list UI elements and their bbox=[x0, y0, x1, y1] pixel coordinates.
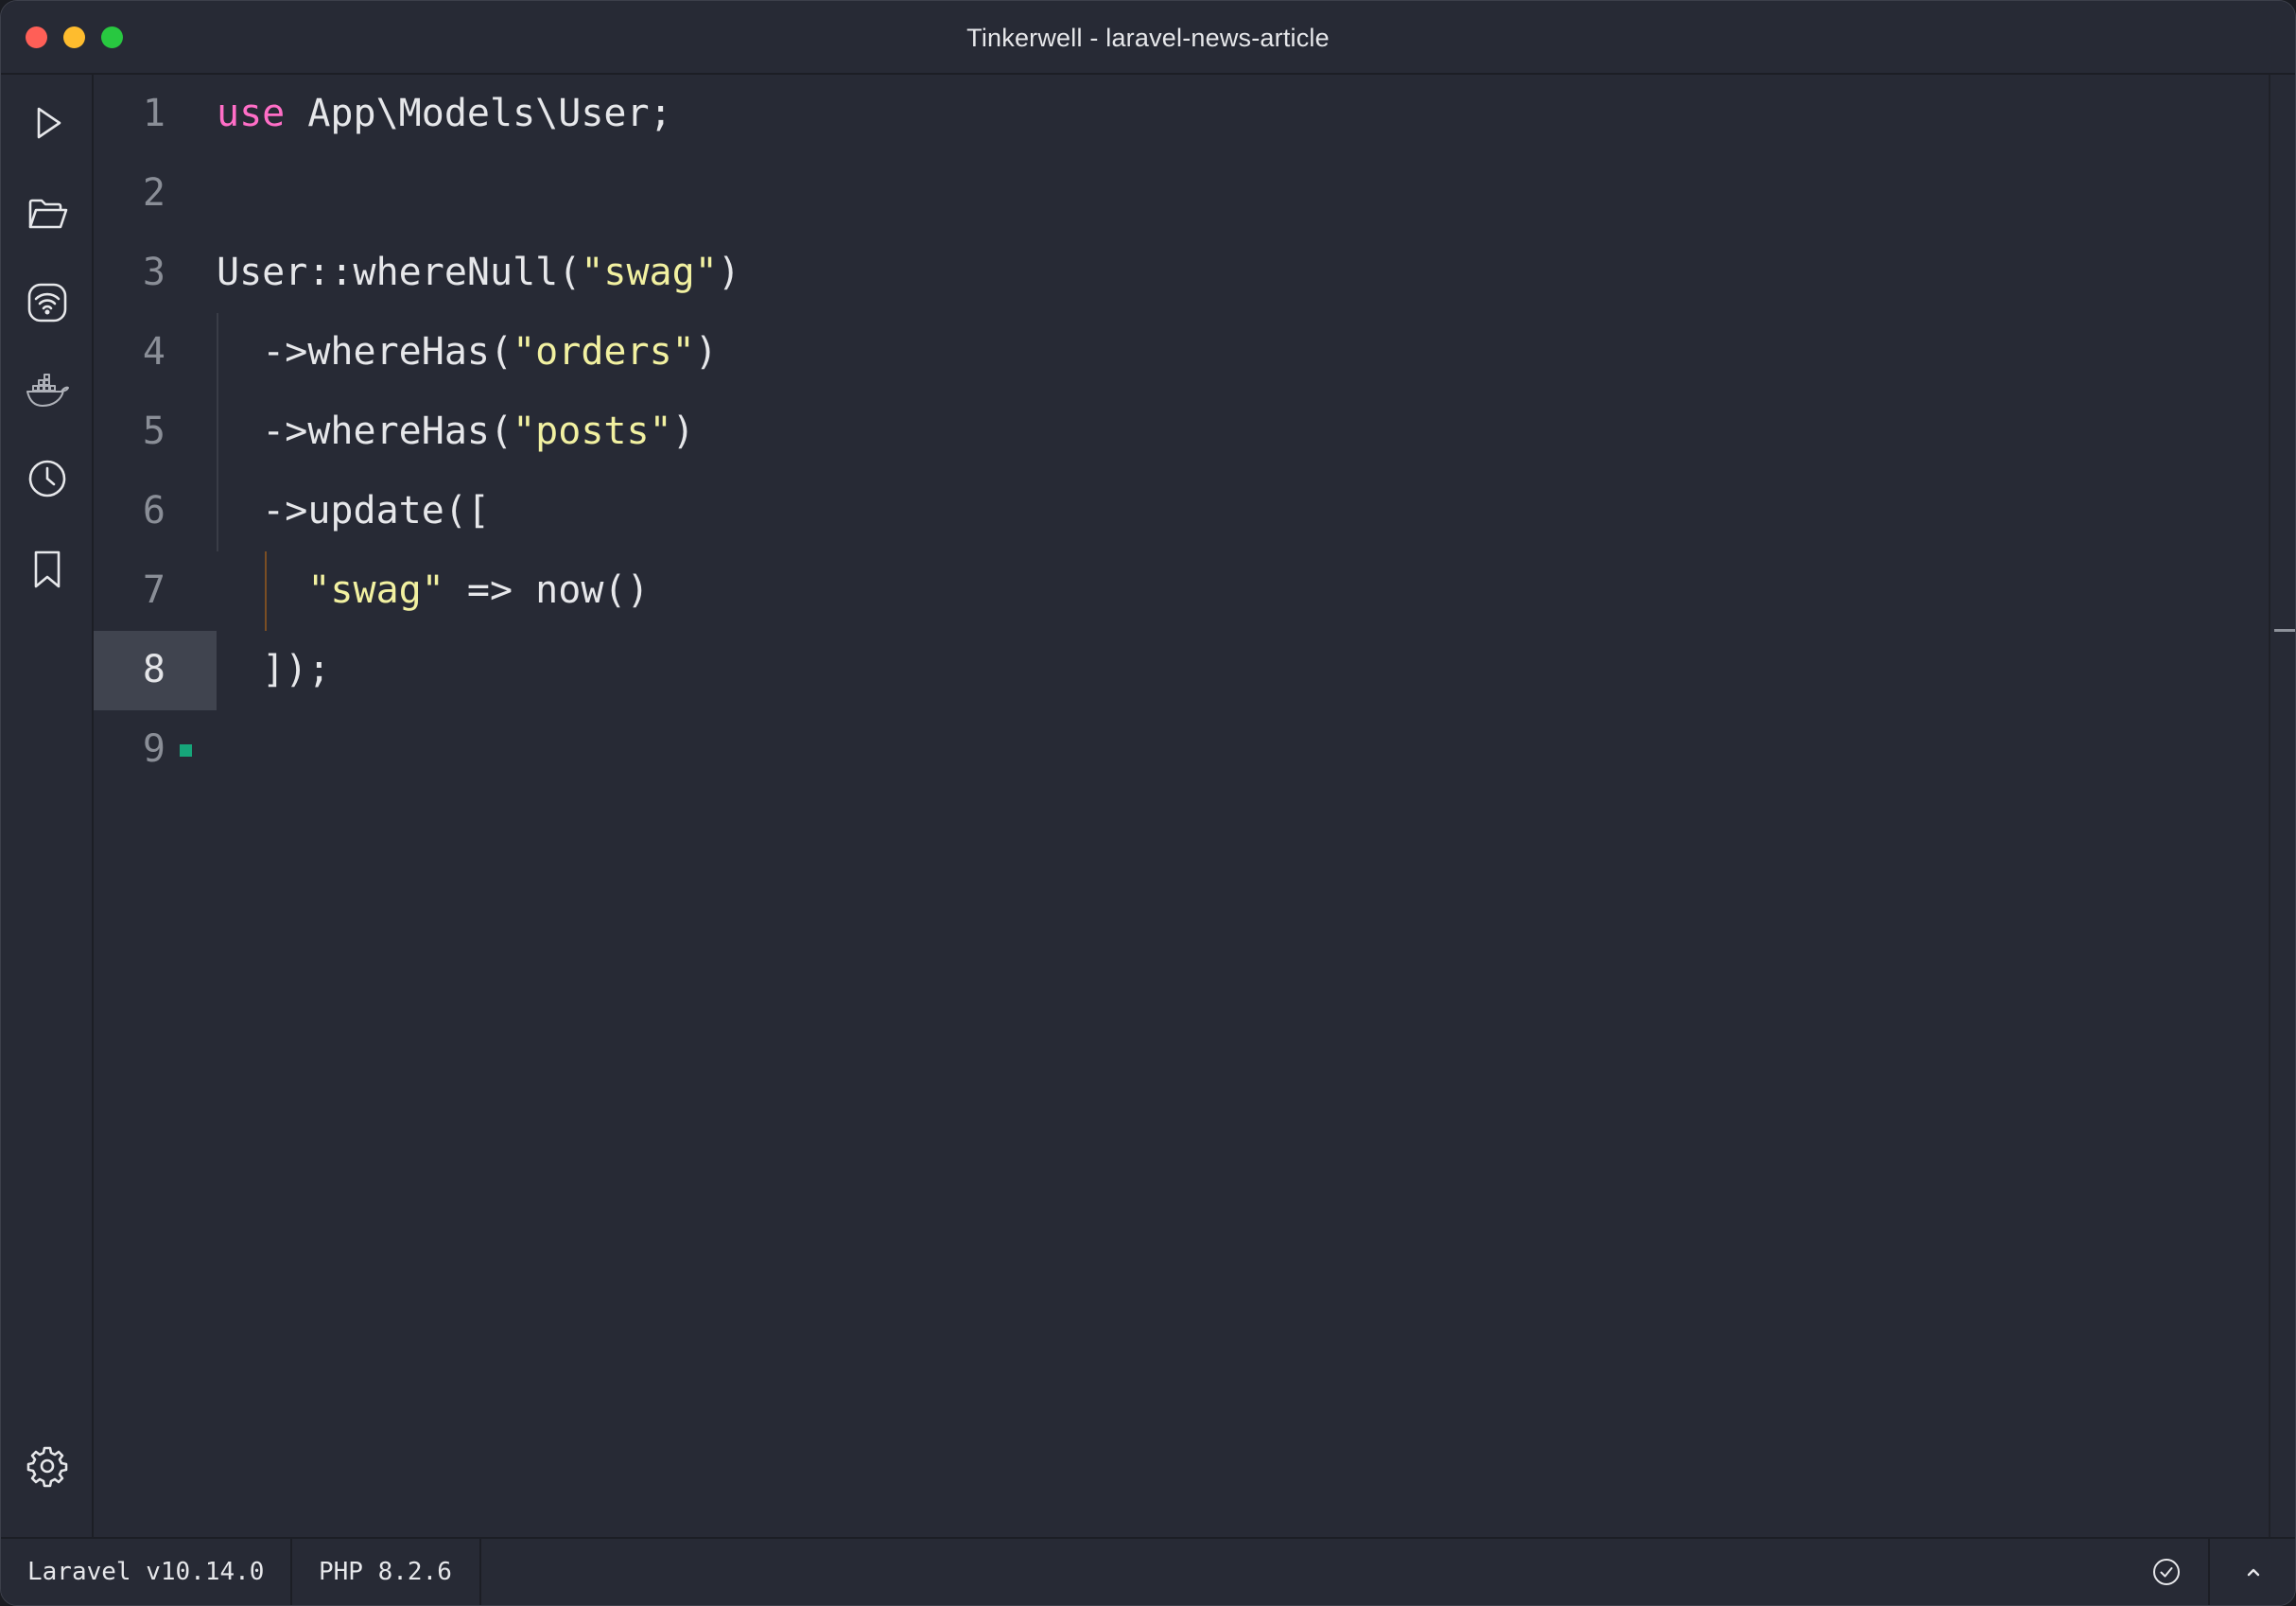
string-token: "swag" bbox=[307, 568, 444, 612]
sidebar bbox=[1, 75, 94, 1539]
line-gutter: 7 bbox=[94, 551, 217, 631]
line-number: 6 bbox=[142, 489, 165, 532]
line-gutter: 5 bbox=[94, 393, 217, 472]
line-gutter: 4 bbox=[94, 313, 217, 393]
line-number: 9 bbox=[142, 727, 165, 771]
line-number: 7 bbox=[142, 568, 165, 612]
remote-connection-button[interactable] bbox=[22, 277, 73, 328]
string-token: "orders" bbox=[513, 330, 695, 374]
history-button[interactable] bbox=[22, 453, 73, 504]
string-token: "swag" bbox=[581, 251, 718, 294]
code-token: ->whereHas( bbox=[217, 330, 513, 374]
scrollbar-marker bbox=[2274, 629, 2295, 632]
code-token: ]); bbox=[217, 648, 331, 691]
line-number: 8 bbox=[142, 648, 165, 691]
line-gutter: 8 bbox=[94, 631, 217, 710]
settings-button[interactable] bbox=[22, 1440, 73, 1492]
code-token: => now() bbox=[444, 568, 650, 612]
bookmark-icon bbox=[34, 550, 61, 588]
wifi-icon bbox=[27, 283, 67, 323]
line-code: ->update([ bbox=[217, 488, 490, 533]
line-number: 1 bbox=[142, 92, 165, 135]
run-button[interactable] bbox=[22, 97, 73, 148]
line-code: ]); bbox=[217, 647, 330, 692]
code-line[interactable]: 8 ]); bbox=[94, 631, 2270, 710]
line-gutter: 2 bbox=[94, 154, 217, 234]
code-line[interactable]: 7 "swag" => now() bbox=[94, 551, 2270, 631]
app-window: Tinkerwell - laravel-news-article 1 use … bbox=[0, 0, 2296, 1606]
code-token: ) bbox=[717, 251, 740, 294]
line-number: 4 bbox=[142, 330, 165, 374]
toggle-output-button[interactable] bbox=[2236, 1555, 2270, 1589]
status-bar: Laravel v10.14.0 PHP 8.2.6 bbox=[1, 1537, 2295, 1605]
cursor-marker bbox=[180, 744, 192, 757]
php-version[interactable]: PHP 8.2.6 bbox=[292, 1539, 481, 1605]
code-token: ->whereHas( bbox=[217, 410, 513, 453]
line-number: 5 bbox=[142, 410, 165, 453]
code-line[interactable]: 2 bbox=[94, 154, 2270, 234]
code-line[interactable]: 6 ->update([ bbox=[94, 472, 2270, 551]
line-gutter: 6 bbox=[94, 472, 217, 551]
code-line[interactable]: 5 ->whereHas("posts") bbox=[94, 393, 2270, 472]
line-code: ->whereHas("posts") bbox=[217, 409, 695, 454]
folder-open-icon bbox=[28, 199, 68, 229]
editor-scrollbar[interactable] bbox=[2269, 75, 2295, 1539]
code-line[interactable]: 9 bbox=[94, 710, 2270, 790]
keyword-token: use bbox=[217, 92, 286, 135]
code-line[interactable]: 1 use App\Models\User; bbox=[94, 75, 2270, 154]
laravel-version[interactable]: Laravel v10.14.0 bbox=[1, 1539, 292, 1605]
string-token: "posts" bbox=[513, 410, 672, 453]
line-code: ->whereHas("orders") bbox=[217, 329, 718, 375]
code-line[interactable]: 4 ->whereHas("orders") bbox=[94, 313, 2270, 393]
code-line[interactable]: 3 User::whereNull("swag") bbox=[94, 234, 2270, 313]
status-divider bbox=[2208, 1539, 2210, 1605]
line-gutter: 1 bbox=[94, 75, 217, 154]
snippets-button[interactable] bbox=[22, 544, 73, 595]
play-icon bbox=[37, 107, 61, 139]
check-circle-icon bbox=[2153, 1559, 2180, 1585]
code-token: App\Models\User; bbox=[285, 92, 672, 135]
title-bar: Tinkerwell - laravel-news-article bbox=[1, 1, 2295, 75]
gear-icon bbox=[26, 1446, 68, 1488]
line-number: 3 bbox=[142, 251, 165, 294]
docker-icon bbox=[26, 374, 69, 407]
line-gutter: 3 bbox=[94, 234, 217, 313]
status-check-button[interactable] bbox=[2149, 1555, 2183, 1589]
code-editor[interactable]: 1 use App\Models\User; 2 3 User::whereNull("… bbox=[94, 75, 2270, 1539]
window-title: Tinkerwell - laravel-news-article bbox=[966, 24, 1330, 52]
code-token: User::whereNull( bbox=[217, 251, 582, 294]
code-token: ->update([ bbox=[217, 489, 490, 532]
code-token: ) bbox=[671, 410, 695, 453]
chevron-up-icon bbox=[2247, 1568, 2260, 1577]
line-gutter: 9 bbox=[94, 710, 217, 790]
clock-icon bbox=[28, 460, 66, 498]
code-token: ) bbox=[694, 330, 718, 374]
line-number: 2 bbox=[142, 171, 165, 215]
docker-button[interactable] bbox=[22, 364, 73, 415]
line-code: User::whereNull("swag") bbox=[217, 250, 740, 295]
open-file-button[interactable] bbox=[22, 188, 73, 239]
line-code: "swag" => now() bbox=[217, 567, 650, 613]
line-code: use App\Models\User; bbox=[217, 91, 672, 136]
